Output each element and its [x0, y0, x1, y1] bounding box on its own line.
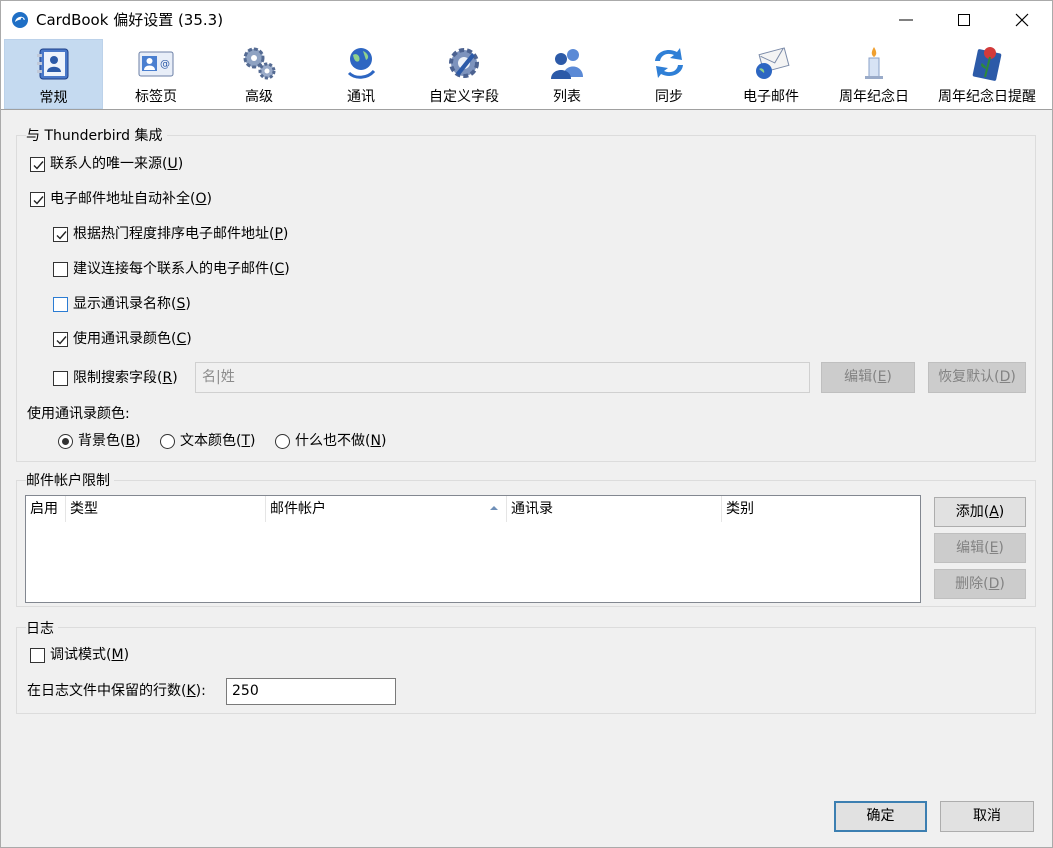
radio-background-label: 背景色(B): [78, 433, 141, 449]
email-envelope-icon: [751, 43, 791, 83]
radio-text-color[interactable]: [160, 434, 175, 449]
close-icon: [1015, 13, 1029, 27]
custom-fields-gear-pen-icon: [444, 43, 484, 83]
checkmark-icon: [56, 336, 67, 345]
advanced-gears-icon: [239, 43, 279, 83]
radio-nothing[interactable]: [275, 434, 290, 449]
tab-tabs[interactable]: @ 标签页: [104, 39, 208, 109]
window-title: CardBook 偏好设置 (35.3): [36, 11, 224, 29]
tab-label: 周年纪念日: [839, 89, 909, 105]
column-header-addressbook[interactable]: 通讯录: [507, 496, 722, 522]
tab-lists[interactable]: 列表: [516, 39, 618, 109]
radio-background[interactable]: [58, 434, 73, 449]
tab-custom-fields[interactable]: 自定义字段: [413, 39, 515, 109]
log-lines-input[interactable]: 250: [226, 678, 396, 705]
radio-text-color-label: 文本颜色(T): [180, 433, 256, 449]
preferences-toolbar: 常规 @ 标签页 高级 通讯 自定义字段 列表 同步 电子邮件 周年纪念日 周年…: [1, 39, 1052, 110]
sort-ascending-icon: [490, 506, 498, 510]
column-header-type[interactable]: 类型: [66, 496, 266, 522]
tab-label: 标签页: [135, 89, 177, 105]
anniversary-candle-icon: [854, 43, 894, 83]
log-group: [16, 627, 1036, 714]
unique-source-checkbox[interactable]: [30, 157, 45, 172]
sync-arrows-icon: [649, 43, 689, 83]
anniversary-reminder-rose-icon: [967, 43, 1007, 83]
show-addressbook-name-label: 显示通讯录名称(S): [73, 296, 191, 312]
propose-concatenated-label: 建议连接每个联系人的电子邮件(C): [73, 261, 290, 277]
propose-concatenated-checkbox[interactable]: [53, 262, 68, 277]
reset-default-button[interactable]: 恢复默认(D): [928, 362, 1026, 393]
checkmark-icon: [33, 196, 44, 205]
tab-label: 周年纪念日提醒: [938, 89, 1036, 105]
autocomplete-checkbox[interactable]: [30, 192, 45, 207]
maximize-button[interactable]: [935, 1, 993, 39]
general-addressbook-icon: [34, 44, 74, 84]
column-header-enabled[interactable]: 启用: [26, 496, 66, 522]
column-header-category[interactable]: 类别: [722, 496, 920, 522]
tab-anniversary-reminder[interactable]: 周年纪念日提醒: [926, 39, 1048, 109]
mail-accounts-group-title: 邮件帐户限制: [26, 472, 114, 490]
mail-accounts-table[interactable]: 启用 类型 邮件帐户 通讯录 类别: [25, 495, 921, 603]
log-lines-label: 在日志文件中保留的行数(K):: [27, 683, 206, 699]
restrict-search-label: 限制搜索字段(R): [73, 370, 178, 386]
use-color-mode-label: 使用通讯录颜色:: [27, 406, 130, 422]
communication-globe-icon: [341, 43, 381, 83]
edit-search-fields-button[interactable]: 编辑(E): [821, 362, 915, 393]
tab-general[interactable]: 常规: [4, 39, 103, 109]
log-group-title: 日志: [26, 620, 58, 638]
add-account-button[interactable]: 添加(A): [934, 497, 1026, 527]
tab-label: 电子邮件: [743, 89, 799, 105]
title-bar: CardBook 偏好设置 (35.3): [1, 1, 1052, 39]
tab-sync[interactable]: 同步: [619, 39, 719, 109]
ok-button[interactable]: 确定: [834, 801, 927, 832]
tab-communication[interactable]: 通讯: [310, 39, 412, 109]
unique-source-label: 联系人的唯一来源(U): [50, 156, 184, 172]
search-fields-input[interactable]: 名|姓: [195, 362, 810, 393]
tab-advanced[interactable]: 高级: [209, 39, 309, 109]
edit-account-button[interactable]: 编辑(E): [934, 533, 1026, 563]
tab-email[interactable]: 电子邮件: [720, 39, 822, 109]
tab-label: 通讯: [347, 89, 375, 105]
checkmark-icon: [33, 161, 44, 170]
column-header-mail-account-label: 邮件帐户: [270, 501, 326, 517]
minimize-icon: [899, 19, 913, 21]
sort-popularity-checkbox[interactable]: [53, 227, 68, 242]
autocomplete-label: 电子邮件地址自动补全(O): [50, 191, 212, 207]
thunderbird-group-title: 与 Thunderbird 集成: [26, 127, 167, 145]
sort-popularity-label: 根据热门程度排序电子邮件地址(P): [73, 226, 289, 242]
debug-mode-label: 调试模式(M): [50, 647, 130, 663]
minimize-button[interactable]: [877, 1, 935, 39]
tab-anniversary[interactable]: 周年纪念日: [823, 39, 925, 109]
show-addressbook-name-checkbox[interactable]: [53, 297, 68, 312]
debug-mode-checkbox[interactable]: [30, 648, 45, 663]
close-button[interactable]: [993, 1, 1051, 39]
checkmark-icon: [56, 231, 67, 240]
preferences-window: CardBook 偏好设置 (35.3) 常规 @ 标签页 高级 通讯 自定义字…: [0, 0, 1053, 848]
use-color-checkbox[interactable]: [53, 332, 68, 347]
cancel-button[interactable]: 取消: [940, 801, 1034, 832]
delete-account-button[interactable]: 删除(D): [934, 569, 1026, 599]
tab-label: 同步: [655, 89, 683, 105]
tab-label: 列表: [553, 89, 581, 105]
use-color-label: 使用通讯录颜色(C): [73, 331, 192, 347]
cardbook-app-icon: [11, 11, 29, 29]
tab-label: 自定义字段: [429, 89, 499, 105]
tabs-contactcard-icon: @: [136, 43, 176, 83]
tab-label: 常规: [39, 90, 68, 106]
radio-nothing-label: 什么也不做(N): [295, 433, 387, 449]
lists-people-icon: [547, 43, 587, 83]
restrict-search-checkbox[interactable]: [53, 371, 68, 386]
radio-selected-dot: [62, 438, 69, 445]
maximize-icon: [958, 14, 970, 26]
svg-text:@: @: [160, 59, 170, 70]
tab-label: 高级: [245, 89, 273, 105]
column-header-mail-account[interactable]: 邮件帐户: [266, 496, 507, 522]
